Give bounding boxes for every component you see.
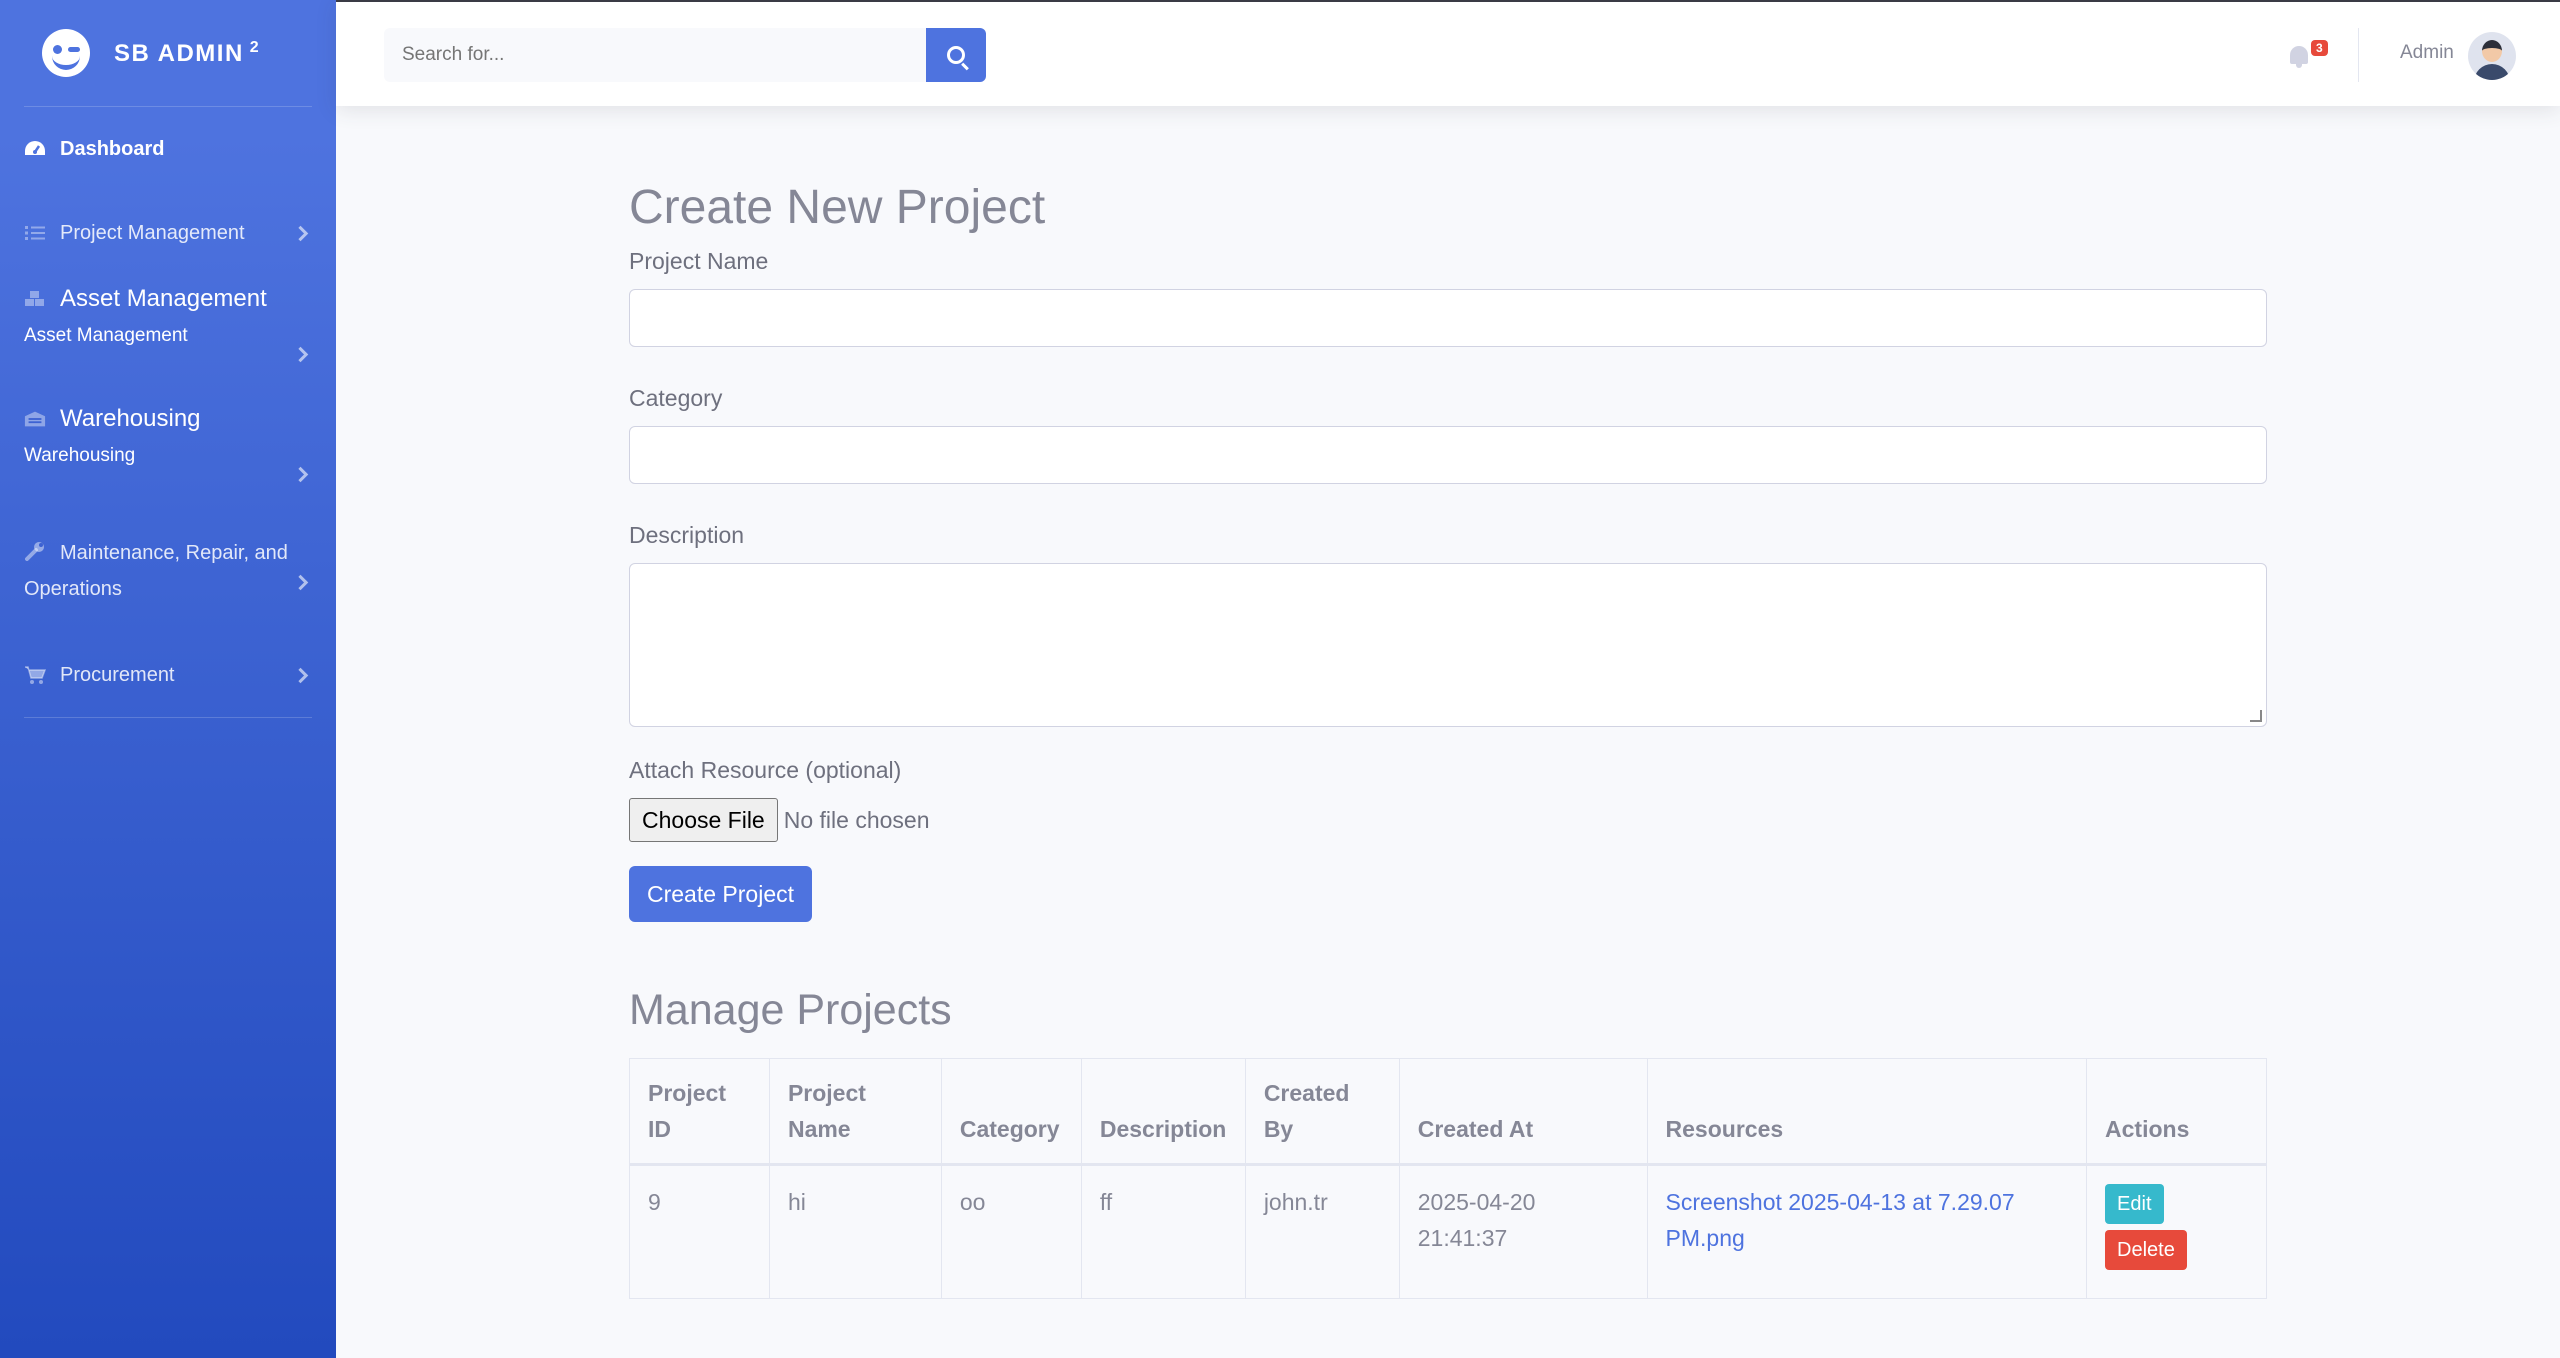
sidebar-label-dashboard: Dashboard [60,137,165,160]
description-textarea[interactable] [629,563,2267,727]
category-label: Category [629,385,723,411]
page-title: Create New Project [629,181,1046,234]
cell-created-at: 2025-04-20 21:41:37 [1398,1164,1648,1299]
sidebar-sub-warehousing: Warehousing [24,445,136,466]
cell-description: ff [1080,1164,1246,1299]
sidebar-label-project-management: Project Management [60,221,245,244]
resource-link[interactable]: Screenshot 2025-04-13 at 7.29.07 PM.png [1666,1189,2015,1251]
sidebar-sub-asset-management: Asset Management [24,325,188,346]
file-status: No file chosen [783,806,930,833]
sidebar-divider [24,717,312,718]
sidebar-title-warehousing: Warehousing [60,405,201,432]
cell-created-by: john.tr [1244,1164,1400,1299]
edit-button[interactable]: Edit [2105,1184,2164,1224]
topbar: 3 Admin [336,0,2560,106]
cell-project-name: hi [768,1164,942,1299]
tachometer-icon [24,139,46,159]
chevron-right-icon [292,225,309,241]
attach-resource-label: Attach Resource (optional) [629,757,902,783]
sidebar-item-procurement[interactable]: Procurement [0,633,336,717]
sidebar-item-mro[interactable]: Maintenance, Repair, and Operations [0,515,336,633]
sidebar-label-procurement: Procurement [60,663,175,686]
sidebar-label-mro: Maintenance, Repair, and Operations [24,542,288,600]
table-row: 9 hi oo ff john.tr 2025-04-20 21:41:37 S… [629,1164,2267,1299]
project-name-label: Project Name [629,248,769,274]
wrench-icon [24,541,46,561]
warehouse-icon [24,409,46,429]
sidebar-title-asset-management: Asset Management [60,285,267,312]
topbar-search [384,28,986,82]
project-name-input[interactable] [629,289,2267,347]
resize-handle-icon[interactable] [2250,710,2262,722]
sidebar: SB ADMIN 2 Dashboard Project Management A… [0,0,336,1358]
projects-table: Project ID Project Name Category Descrip… [629,1058,2267,1299]
column-header: Created At [1398,1058,1648,1166]
main-content: Create New Project Project Name Category… [629,106,2267,1299]
sidebar-item-project-management[interactable]: Project Management [0,191,336,275]
sidebar-brand[interactable]: SB ADMIN 2 [0,0,336,106]
tasks-icon [24,223,46,243]
laugh-wink-icon [42,29,90,77]
shopping-cart-icon [24,665,46,685]
column-header: Resources [1646,1058,2088,1166]
file-input: Choose File No file chosen [629,798,2267,842]
boxes-icon [24,289,46,309]
search-input[interactable] [384,28,926,82]
sidebar-item-warehousing[interactable]: Warehousing Warehousing [0,395,336,515]
category-input[interactable] [629,426,2267,484]
description-label: Description [629,522,745,548]
chevron-right-icon [292,346,309,363]
column-header: Category [940,1058,1082,1166]
create-project-button[interactable]: Create Project [629,866,813,922]
cell-project-id: 9 [629,1164,770,1299]
column-header: Created By [1244,1058,1400,1166]
topbar-divider [2358,28,2359,82]
table-header-row: Project ID Project Name Category Descrip… [629,1058,2267,1166]
cell-category: oo [940,1164,1082,1299]
cell-resources: Screenshot 2025-04-13 at 7.29.07 PM.png [1646,1164,2088,1299]
delete-button[interactable]: Delete [2105,1230,2187,1270]
alerts-count-badge: 3 [2311,40,2328,56]
sidebar-item-dashboard[interactable]: Dashboard [0,107,336,191]
user-name[interactable]: Admin [2400,42,2454,64]
brand-name: SB ADMIN 2 [114,38,261,67]
search-icon [947,46,965,64]
chevron-right-icon [292,667,309,683]
column-header: Project ID [629,1058,770,1166]
avatar[interactable] [2468,32,2516,80]
manage-projects-heading: Manage Projects [629,986,952,1034]
cell-actions: Edit Delete [2086,1164,2267,1299]
search-button[interactable] [926,28,986,82]
chevron-right-icon [292,466,309,483]
bell-icon[interactable] [2288,44,2310,68]
column-header: Actions [2086,1058,2267,1166]
sidebar-item-asset-management[interactable]: Asset Management Asset Management [0,275,336,395]
column-header: Description [1080,1058,1246,1166]
choose-file-button[interactable]: Choose File [629,798,778,842]
column-header: Project Name [768,1058,942,1166]
